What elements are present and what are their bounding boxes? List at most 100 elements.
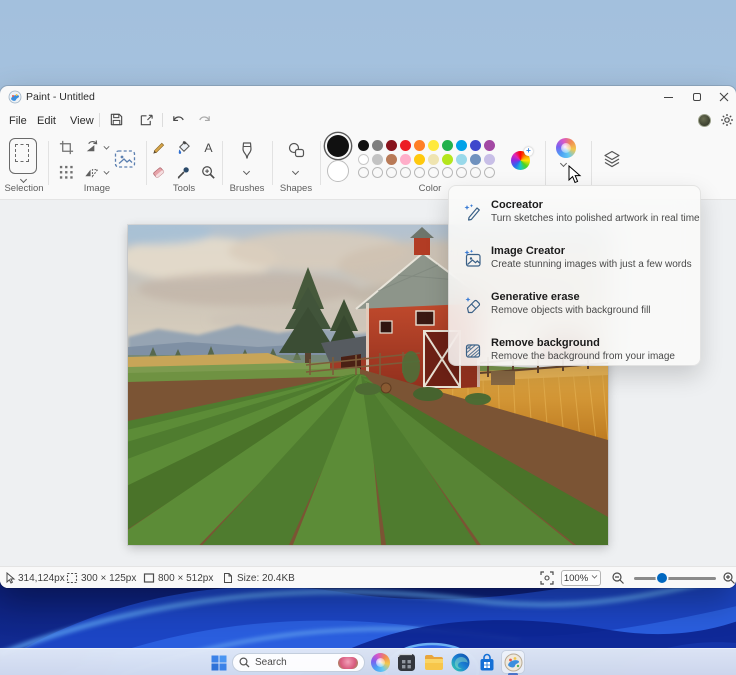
close-button[interactable] (712, 86, 736, 108)
menu-item-generative-erase[interactable]: Generative erase Remove objects with bac… (453, 284, 698, 328)
paint-taskbar-icon[interactable] (503, 652, 524, 673)
start-button[interactable] (208, 652, 229, 673)
palette-swatch[interactable] (455, 140, 467, 152)
palette-swatch-empty[interactable] (357, 166, 369, 178)
canvas-size-icon (143, 573, 155, 583)
resize-icon[interactable] (58, 164, 75, 181)
palette-swatch[interactable] (469, 153, 481, 165)
palette-swatch[interactable] (385, 153, 397, 165)
eraser-icon[interactable] (150, 164, 167, 181)
chevron-down-icon[interactable] (104, 145, 110, 151)
palette-swatch-empty[interactable] (455, 166, 467, 178)
image-properties-icon[interactable] (114, 149, 136, 169)
search-daily-image[interactable] (338, 656, 358, 669)
chevron-down-icon[interactable] (104, 170, 110, 176)
divider (99, 113, 100, 127)
divider (146, 141, 147, 185)
selection-tool-icon[interactable] (9, 138, 37, 174)
divider (320, 141, 321, 185)
share-icon[interactable] (139, 112, 154, 127)
brushes-icon[interactable] (238, 141, 256, 161)
account-avatar[interactable] (698, 114, 711, 127)
text-tool-icon[interactable]: A (200, 139, 217, 156)
palette-swatch[interactable] (357, 140, 369, 152)
group-label-tools: Tools (172, 183, 196, 194)
palette-swatch[interactable] (371, 153, 383, 165)
palette-swatch[interactable] (385, 140, 397, 152)
zoom-slider-thumb[interactable] (657, 573, 667, 583)
palette-swatch[interactable] (483, 140, 495, 152)
palette-swatch-empty[interactable] (469, 166, 481, 178)
fit-to-screen-icon[interactable] (540, 571, 554, 585)
taskbar-copilot-icon[interactable] (370, 652, 391, 673)
menu-file[interactable]: File (5, 112, 31, 129)
save-icon[interactable] (109, 112, 124, 127)
microsoft-store-icon[interactable] (476, 652, 497, 673)
group-label-selection: Selection (4, 183, 44, 194)
palette-swatch[interactable] (483, 153, 495, 165)
search-box[interactable]: Search (232, 653, 365, 672)
palette-swatch[interactable] (427, 140, 439, 152)
divider (222, 141, 223, 185)
layers-icon[interactable] (602, 149, 622, 169)
titlebar[interactable]: Paint - Untitled (0, 86, 736, 108)
zoom-level-dropdown[interactable]: 100% (561, 570, 601, 586)
minimize-button[interactable] (654, 86, 682, 108)
palette-swatch[interactable] (413, 140, 425, 152)
palette-swatch-empty[interactable] (427, 166, 439, 178)
palette-swatch-empty[interactable] (483, 166, 495, 178)
palette-swatch[interactable] (441, 153, 453, 165)
copilot-button[interactable] (556, 138, 576, 158)
chevron-down-icon[interactable] (292, 169, 299, 176)
palette-swatch[interactable] (441, 140, 453, 152)
palette-swatch[interactable] (455, 153, 467, 165)
group-label-image: Image (83, 183, 111, 194)
palette-swatch[interactable] (399, 140, 411, 152)
crop-icon[interactable] (58, 139, 75, 156)
eyedropper-icon[interactable] (175, 164, 192, 181)
remove-background-icon (465, 344, 481, 358)
rotate-icon[interactable] (83, 139, 100, 156)
file-size-icon (224, 573, 232, 583)
palette-swatch-empty[interactable] (371, 166, 383, 178)
maximize-button[interactable] (683, 86, 711, 108)
cocreator-icon (464, 204, 480, 221)
shapes-icon[interactable] (287, 141, 306, 160)
group-label-brushes: Brushes (229, 183, 265, 194)
task-view-icon[interactable] (396, 652, 417, 673)
zoom-slider[interactable] (634, 577, 716, 580)
menu-edit[interactable]: Edit (33, 112, 60, 129)
file-explorer-icon[interactable] (423, 652, 444, 673)
zoom-in-icon[interactable] (722, 571, 736, 585)
menu-item-cocreator[interactable]: Cocreator Turn sketches into polished ar… (453, 192, 700, 236)
task-view-glyph (397, 653, 415, 671)
flip-icon[interactable] (83, 164, 100, 181)
undo-icon[interactable] (171, 112, 186, 127)
cursor-position-icon (6, 572, 16, 584)
palette-swatch[interactable] (357, 153, 369, 165)
palette-swatch-empty[interactable] (399, 166, 411, 178)
color2-swatch[interactable] (327, 160, 349, 182)
palette-swatch[interactable] (371, 140, 383, 152)
chevron-down-icon[interactable] (243, 169, 250, 176)
magnifier-icon[interactable] (200, 164, 217, 181)
redo-icon[interactable] (197, 112, 212, 127)
palette-swatch[interactable] (413, 153, 425, 165)
palette-swatch[interactable] (427, 153, 439, 165)
chevron-down-icon[interactable] (560, 161, 567, 168)
zoom-out-icon[interactable] (611, 571, 625, 585)
fill-icon[interactable] (175, 139, 192, 156)
close-icon (719, 92, 729, 102)
menu-item-remove-background[interactable]: Remove background Remove the background … (453, 330, 698, 374)
color1-swatch[interactable] (327, 135, 349, 157)
palette-swatch-empty[interactable] (385, 166, 397, 178)
pencil-icon[interactable] (150, 139, 167, 156)
menu-item-image-creator[interactable]: Image Creator Create stunning images wit… (453, 238, 698, 282)
palette-swatch-empty[interactable] (441, 166, 453, 178)
menu-view[interactable]: View (66, 112, 98, 129)
palette-swatch[interactable] (399, 153, 411, 165)
settings-gear-icon[interactable] (720, 113, 734, 127)
palette-swatch-empty[interactable] (413, 166, 425, 178)
palette-swatch[interactable] (469, 140, 481, 152)
edge-browser-icon[interactable] (450, 652, 471, 673)
